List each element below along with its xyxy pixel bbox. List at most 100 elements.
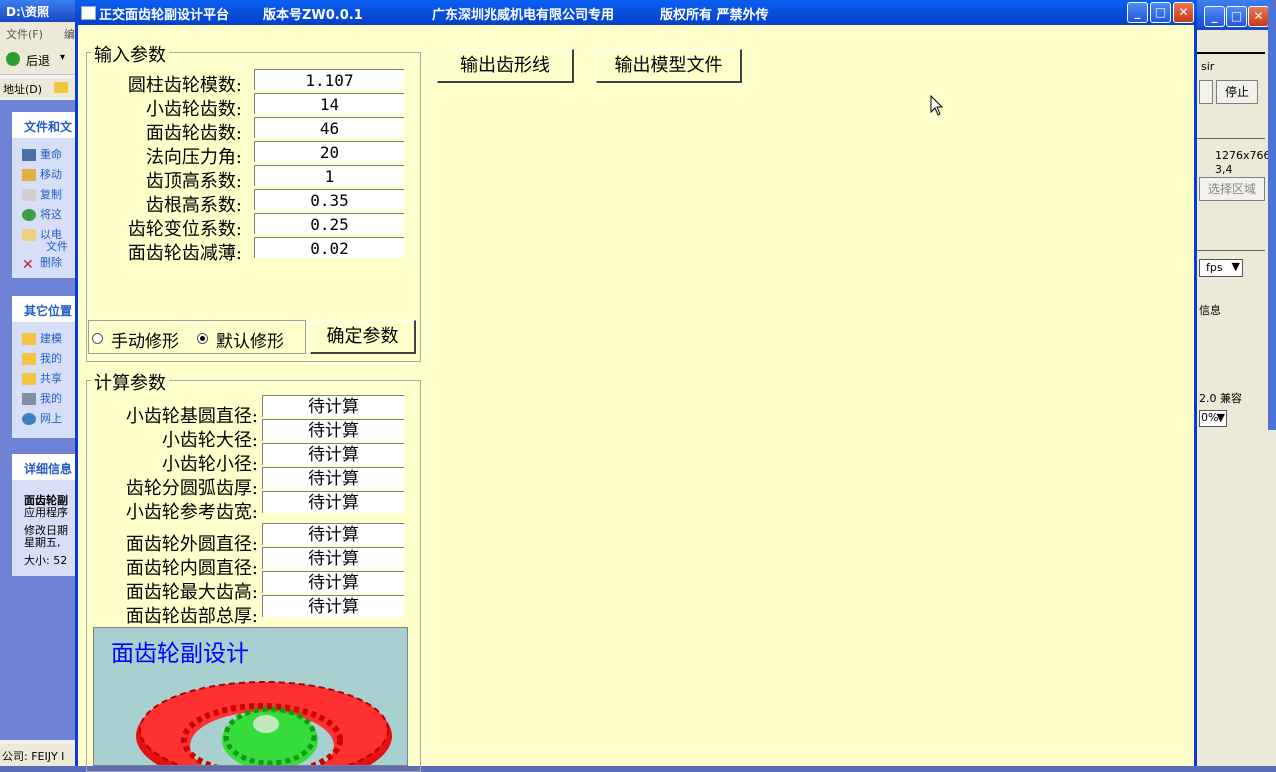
manual-modify-radio[interactable] (92, 333, 103, 344)
close-icon[interactable]: ✕ (1173, 2, 1194, 23)
publish-icon (22, 209, 36, 221)
percent-select[interactable]: 0% ▼ (1199, 410, 1227, 427)
manual-modify-label[interactable]: 手动修形 (111, 327, 179, 352)
input-label-pressure-angle: 法向压力角: (145, 147, 242, 168)
copy-icon (22, 189, 36, 201)
default-modify-label[interactable]: 默认修形 (216, 327, 284, 352)
place-item[interactable]: 建模 (22, 330, 62, 346)
tooth-thickness-value: 待计算 (262, 467, 404, 489)
calc-label-face-width: 小齿轮参考齿宽: (125, 502, 258, 523)
maximize-icon[interactable]: □ (1226, 6, 1247, 27)
folder-icon (22, 373, 36, 385)
default-modify-radio[interactable] (197, 333, 208, 344)
place-item[interactable]: 共享 (22, 370, 62, 386)
input-label-shift-coef: 齿轮变位系数: (127, 219, 242, 240)
right-window-title-bar[interactable]: _ □ ✕ (1197, 0, 1276, 30)
pinion-minor-value: 待计算 (262, 443, 404, 465)
task-email-line2: 文件 (46, 240, 68, 253)
menu-edit[interactable]: 编 (64, 26, 75, 42)
folder-icon (22, 333, 36, 345)
window-border (1268, 0, 1276, 430)
app-icon (81, 6, 96, 20)
minimize-icon[interactable]: _ (1127, 2, 1148, 23)
maximize-icon[interactable]: □ (1150, 2, 1171, 23)
address-label: 地址(D) (3, 83, 43, 96)
background-title: D:\资照 (6, 5, 50, 19)
calc-label-outer-dia: 面齿轮外圆直径: (125, 534, 258, 555)
compat-label: 2.0 兼容 (1199, 392, 1242, 405)
input-params-legend: 输入参数 (91, 41, 169, 67)
details-type: 应用程序 (24, 506, 68, 519)
calc-label-pinion-major: 小齿轮大径: (161, 430, 258, 451)
minimize-icon[interactable]: _ (1204, 6, 1225, 27)
details-header[interactable]: 详细信息 (12, 454, 80, 480)
background-status-bar: 公司: FEIJY I (0, 744, 80, 766)
app-title-company: 广东深圳兆威机电有限公司专用 (432, 8, 615, 23)
place-item[interactable]: 网上 (22, 410, 62, 426)
addendum-coef-field[interactable]: 1 (254, 165, 404, 186)
place-item[interactable]: 我的 (22, 390, 62, 406)
input-label-addendum-coef: 齿顶高系数: (145, 171, 242, 192)
task-copy[interactable]: 复制 (22, 186, 62, 202)
inner-dia-value: 待计算 (262, 547, 404, 569)
calc-label-total-thickness: 面齿轮齿部总厚: (125, 606, 258, 627)
task-rename[interactable]: 重命 (22, 146, 62, 162)
back-dropdown-icon[interactable]: ▾ (60, 52, 65, 63)
resolution-readout: 1276x766 (1215, 149, 1271, 162)
output-profile-button[interactable]: 输出齿形线 (437, 49, 574, 83)
select-region-button[interactable]: 选择区域 (1199, 177, 1265, 201)
fps-select[interactable]: fps ▼ (1199, 259, 1243, 277)
total-thickness-value: 待计算 (262, 595, 404, 617)
output-model-button[interactable]: 输出模型文件 (596, 49, 742, 83)
input-label-module: 圆柱齿轮模数: (127, 75, 242, 96)
rename-icon (22, 149, 36, 161)
background-toolbar: 后退 ▾ (0, 44, 80, 75)
right-background-window (1197, 0, 1276, 766)
task-delete[interactable]: ✕ 删除 (22, 254, 62, 273)
outer-dia-value: 待计算 (262, 523, 404, 545)
mouse-cursor-icon (930, 95, 944, 116)
close-icon[interactable]: ✕ (1248, 6, 1269, 27)
task-move[interactable]: 移动 (22, 166, 62, 182)
email-icon (22, 229, 36, 241)
stop-button[interactable]: 停止 (1216, 80, 1258, 104)
background-address-bar: 地址(D) (0, 78, 80, 98)
explorer-task-pane: 文件和文 重命 移动 复制 将这 以电 文件 ✕ 删除 其它位置 建模 我的 共享… (0, 100, 80, 740)
module-field[interactable]: 1.107 (254, 69, 404, 90)
divider (1197, 52, 1265, 54)
status-text: 公司: FEIJY I (2, 750, 65, 763)
base-dia-value: 待计算 (262, 395, 404, 417)
info-label: 信息 (1199, 304, 1221, 317)
calc-label-base-dia: 小齿轮基圆直径: (125, 406, 258, 427)
calc-label-max-tooth-height: 面齿轮最大齿高: (125, 582, 258, 603)
confirm-params-button[interactable]: 确定参数 (310, 320, 416, 354)
gear-illustration: 面齿轮副设计 (93, 627, 408, 766)
face-gear-teeth-field[interactable]: 46 (254, 117, 404, 138)
menu-file[interactable]: 文件(F) (6, 26, 43, 42)
shift-coef-field[interactable]: 0.25 (254, 213, 404, 234)
input-label-pinion-teeth: 小齿轮齿数: (145, 99, 242, 120)
right-button-partial[interactable] (1199, 80, 1213, 104)
tasks-header[interactable]: 文件和文 (12, 112, 80, 138)
app-title-bar[interactable]: 正交面齿轮副设计平台 版本号ZW0.0.1 广东深圳兆威机电有限公司专用 版权所… (75, 0, 1197, 25)
delete-icon: ✕ (22, 257, 34, 273)
pinion-teeth-field[interactable]: 14 (254, 93, 404, 114)
thinning-field[interactable]: 0.02 (254, 237, 404, 258)
computer-icon (22, 393, 36, 405)
back-arrow-icon (6, 52, 20, 66)
calc-label-inner-dia: 面齿轮内圆直径: (125, 558, 258, 579)
network-icon (22, 413, 36, 425)
details-day: 星期五, (24, 536, 61, 549)
places-header[interactable]: 其它位置 (12, 296, 80, 322)
dedendum-coef-field[interactable]: 0.35 (254, 189, 404, 210)
move-icon (22, 169, 36, 181)
calc-label-tooth-thickness: 齿轮分圆弧齿厚: (125, 478, 258, 499)
task-publish[interactable]: 将这 (22, 206, 62, 222)
place-item[interactable]: 我的 (22, 350, 62, 366)
input-label-face-gear-teeth: 面齿轮齿数: (145, 123, 242, 144)
back-button[interactable]: 后退 (26, 52, 50, 69)
pinion-major-value: 待计算 (262, 419, 404, 441)
chevron-down-icon: ▼ (1216, 411, 1225, 424)
background-menu-bar: 文件(F) 编 (0, 22, 80, 44)
pressure-angle-field[interactable]: 20 (254, 141, 404, 162)
